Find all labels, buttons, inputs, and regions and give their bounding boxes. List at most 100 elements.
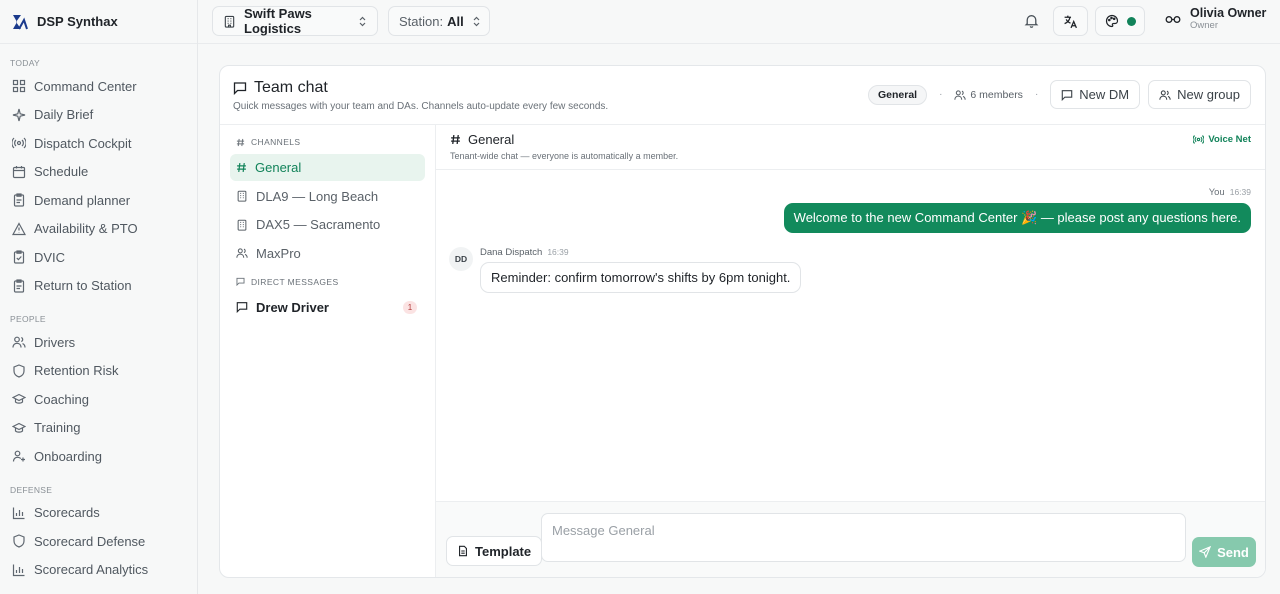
new-dm-button[interactable]: New DM: [1050, 80, 1141, 109]
nav-scorecard-analytics[interactable]: Scorecard Analytics: [0, 556, 197, 585]
channel-general[interactable]: General: [230, 154, 425, 181]
chat-title-text: General: [468, 132, 515, 147]
nav-command-center[interactable]: Command Center: [0, 72, 197, 101]
bell-icon[interactable]: [1024, 13, 1039, 28]
bar-chart-icon: [12, 563, 26, 577]
theme-button[interactable]: [1095, 6, 1145, 36]
message-input[interactable]: [541, 513, 1186, 562]
chat-title: General: [450, 132, 514, 147]
channel-maxpro[interactable]: MaxPro: [230, 240, 425, 267]
chat-header: General Tenant-wide chat — everyone is a…: [436, 125, 1265, 170]
nav-label: DVIC: [34, 249, 66, 265]
message-meta-other: Dana Dispatch 16:39: [480, 247, 569, 258]
nav-label: Return to Station: [34, 278, 132, 294]
nav-demand-planner[interactable]: Demand planner: [0, 186, 197, 215]
user-menu[interactable]: Olivia Owner Owner: [1164, 6, 1266, 32]
unread-badge: 1: [403, 300, 417, 314]
channel-dla9[interactable]: DLA9 — Long Beach: [230, 183, 425, 210]
message-square-icon: [1061, 89, 1073, 101]
nav-section-defense: DEFENSE: [10, 484, 53, 495]
message-bubble-self: Welcome to the new Command Center 🎉 — pl…: [783, 203, 1251, 233]
nav-dispatch-cockpit[interactable]: Dispatch Cockpit: [0, 129, 197, 158]
glasses-icon: [1164, 10, 1182, 28]
language-button[interactable]: [1053, 6, 1088, 36]
nav-drivers[interactable]: Drivers: [0, 328, 197, 357]
nav-daily-brief[interactable]: Daily Brief: [0, 101, 197, 130]
send-button[interactable]: Send: [1192, 537, 1256, 567]
nav-coaching[interactable]: Coaching: [0, 385, 197, 414]
nav-availability-pto[interactable]: Availability & PTO: [0, 215, 197, 244]
sparkle-icon: [12, 108, 26, 122]
sidebar: DSP Synthax TODAY Command Center Daily B…: [0, 0, 198, 594]
users-icon: [236, 247, 248, 259]
brand[interactable]: DSP Synthax: [0, 0, 197, 44]
separator-dot: ·: [939, 89, 943, 100]
nav-label: Demand planner: [34, 192, 131, 208]
chevron-up-down-icon: [472, 16, 481, 27]
nav-label: Scorecards: [34, 505, 100, 521]
message-square-icon: [233, 81, 247, 95]
radio-icon: [12, 136, 26, 150]
channel-list: CHANNELS General DLA9 — Long Beach DAX5 …: [220, 125, 436, 577]
nav-label: Availability & PTO: [34, 221, 138, 237]
nav-retention-risk[interactable]: Retention Risk: [0, 357, 197, 386]
nav-scorecards[interactable]: Scorecards: [0, 499, 197, 528]
dm-section-header: DIRECT MESSAGES: [230, 275, 425, 289]
brand-name: DSP Synthax: [37, 14, 118, 29]
message-bubble-other: Reminder: confirm tomorrow's shifts by 6…: [480, 262, 802, 293]
users-icon: [1159, 89, 1171, 101]
message-square-icon: [236, 277, 245, 286]
dm-drew-driver[interactable]: Drew Driver 1: [230, 294, 425, 321]
calendar-icon: [12, 165, 26, 179]
station-switcher[interactable]: Station: All: [388, 6, 490, 36]
members-label: 6 members: [970, 88, 1023, 101]
nav-training[interactable]: Training: [0, 414, 197, 443]
dm-label: Drew Driver: [256, 299, 329, 315]
nav-section-people: PEOPLE: [10, 314, 46, 324]
hash-icon: [236, 138, 245, 147]
graduation-cap-icon: [12, 392, 26, 406]
clipboard-check-icon: [12, 250, 26, 264]
nav-label: Retention Risk: [34, 363, 119, 379]
nav-label: Coaching: [34, 391, 89, 407]
new-dm-label: New DM: [1079, 87, 1130, 102]
org-name: Swift Paws Logistics: [244, 6, 312, 36]
page-subtitle: Quick messages with your team and DAs. C…: [233, 101, 609, 112]
radio-icon: [1193, 134, 1205, 145]
channel-label: MaxPro: [256, 245, 301, 261]
new-group-button[interactable]: New group: [1148, 80, 1251, 109]
channel-label: General: [255, 160, 302, 175]
nav-scorecard-defense[interactable]: Scorecard Defense: [0, 527, 197, 556]
message-time: 16:39: [547, 247, 569, 257]
nav-section-today: TODAY: [10, 58, 40, 68]
users-icon: [12, 335, 26, 349]
channel-label: DLA9 — Long Beach: [256, 188, 379, 204]
card-header: Team chat Quick messages with your team …: [220, 66, 1265, 125]
nav-return-to-station[interactable]: Return to Station: [0, 272, 197, 301]
members-count[interactable]: 6 members: [954, 89, 1023, 101]
channel-dax5[interactable]: DAX5 — Sacramento: [230, 211, 425, 238]
page-title: Team chat: [233, 79, 328, 97]
shield-icon: [12, 364, 26, 378]
nav-label: Dispatch Cockpit: [34, 135, 132, 151]
nav-dvic[interactable]: DVIC: [0, 243, 197, 272]
template-button[interactable]: Template: [446, 536, 543, 566]
nav-schedule[interactable]: Schedule: [0, 158, 197, 187]
chevron-up-down-icon: [358, 16, 367, 27]
building-icon: [236, 219, 248, 231]
grid-icon: [12, 79, 26, 93]
nav-onboarding[interactable]: Onboarding: [0, 442, 197, 471]
avatar: DD: [449, 247, 473, 271]
nav-label: Command Center: [34, 78, 137, 94]
chat-subtitle: Tenant-wide chat — everyone is automatic…: [450, 151, 679, 161]
message-author: Dana Dispatch: [480, 247, 543, 258]
message-time: 16:39: [1229, 187, 1251, 197]
team-chat-card: Team chat Quick messages with your team …: [219, 65, 1266, 578]
nav-label: Drivers: [34, 334, 76, 350]
message-composer: Template Send: [436, 501, 1265, 577]
org-switcher[interactable]: Swift Paws Logistics: [212, 6, 378, 36]
template-label: Template: [475, 543, 532, 559]
hash-icon: [450, 134, 461, 145]
voice-net-link[interactable]: Voice Net: [1193, 134, 1251, 145]
clipboard-icon: [12, 193, 26, 207]
